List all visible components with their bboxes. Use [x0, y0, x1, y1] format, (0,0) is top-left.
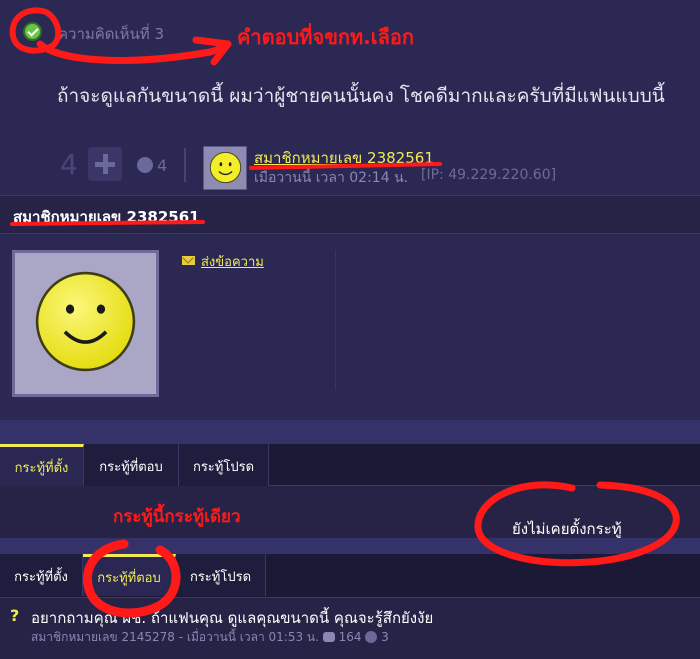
comment-icon	[322, 632, 335, 642]
tab-replied-topics[interactable]: กระทู้ที่ตอบ	[83, 554, 176, 596]
topic-meta: สมาชิกหมายเลข 2145278 - เมื่อวานนี้ เวลา…	[31, 628, 389, 647]
post-ip: [IP: 49.229.220.60]	[421, 167, 557, 183]
topic-time: เมื่อวานนี้ เวลา 01:53 น.	[186, 630, 319, 644]
profile-header: สมาชิกหมายเลข 2382561	[0, 195, 700, 234]
separator-band	[0, 538, 700, 554]
topic-title-link[interactable]: อยากถามคุณ ผช. ถ้าแฟนคุณ ดูแลคุณขนาดนี้ …	[31, 606, 433, 630]
emotion-icon[interactable]	[137, 157, 153, 173]
divider	[184, 148, 186, 182]
avatar[interactable]	[203, 146, 247, 190]
comment-number: ความคิดเห็นที่ 3	[58, 25, 165, 43]
post-time: เมื่อวานนี้ เวลา 02:14 น.	[254, 170, 409, 186]
annotation-chosen-answer: คำตอบที่จขกท.เลือก	[237, 25, 414, 49]
profile-body: ส่งข้อความ	[0, 234, 700, 420]
vote-count: 4	[60, 148, 78, 181]
send-message-link[interactable]: ส่งข้อความ	[201, 251, 264, 272]
tab-created-topics[interactable]: กระทู้ที่ตั้ง	[0, 444, 84, 486]
check-icon	[23, 22, 42, 41]
tabbar-top: กระทู้ที่ตั้ง กระทู้ที่ตอบ กระทู้โปรด	[0, 444, 700, 486]
topic-comment-count: 164	[338, 630, 362, 644]
smiley-icon	[35, 271, 136, 372]
topic-author[interactable]: สมาชิกหมายเลข 2145278	[31, 630, 175, 644]
topic-row[interactable]: ? อยากถามคุณ ผช. ถ้าแฟนคุณ ดูแลคุณขนาดนี…	[0, 598, 700, 659]
question-icon: ?	[10, 606, 20, 625]
annotation-only-one-topic: กระทู้นี้กระทู้เดียว	[113, 507, 241, 527]
tabbar-bottom: กระทู้ที่ตั้ง กระทู้ที่ตอบ กระทู้โปรด	[0, 554, 700, 598]
divider	[335, 250, 336, 390]
tab-replied-topics[interactable]: กระทู้ที่ตอบ	[84, 444, 179, 486]
tab-favorite-topics[interactable]: กระทู้โปรด	[179, 444, 269, 486]
emotion-count: 4	[157, 156, 168, 175]
comment-text: ถ้าจะดูแลกันขนาดนี้ ผมว่าผู้ชายคนนั้นคง …	[57, 85, 665, 107]
separator-band	[0, 420, 700, 444]
meta-separator: -	[178, 630, 187, 644]
envelope-icon	[182, 256, 195, 265]
smiley-icon	[209, 151, 242, 184]
profile-avatar	[12, 250, 159, 397]
topic-plus-count: 3	[381, 630, 389, 644]
plus-icon	[365, 631, 378, 643]
tab-created-topics[interactable]: กระทู้ที่ตั้ง	[0, 554, 83, 596]
tab-favorite-topics[interactable]: กระทู้โปรด	[176, 554, 266, 596]
plus-vote-button[interactable]	[88, 147, 122, 181]
profile-name: สมาชิกหมายเลข 2382561	[13, 208, 200, 226]
